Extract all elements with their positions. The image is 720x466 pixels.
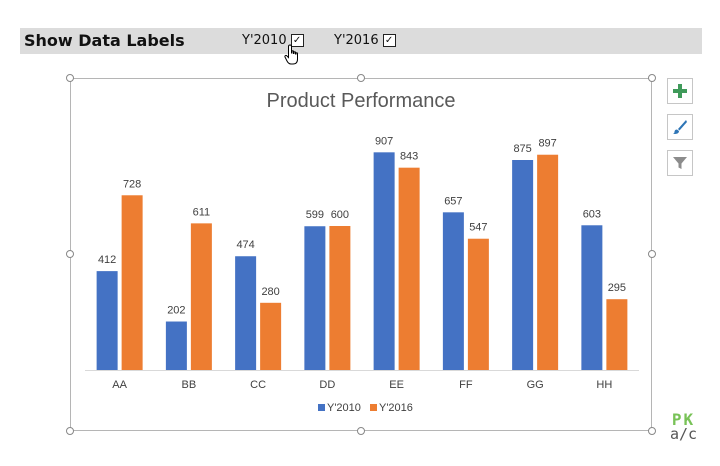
bar-GG-1 — [537, 154, 559, 370]
x-tick-label: FF — [459, 379, 473, 391]
x-tick-label: BB — [182, 379, 197, 391]
x-tick-label: GG — [527, 379, 544, 391]
logo: PK a/c — [670, 412, 697, 442]
brush-icon — [673, 120, 687, 134]
plus-icon — [673, 84, 687, 98]
data-label: 547 — [469, 222, 487, 234]
bar-HH-0 — [581, 225, 603, 370]
data-label: 295 — [608, 282, 626, 294]
data-label: 202 — [167, 305, 185, 317]
data-label: 657 — [444, 195, 462, 207]
x-tick-label: CC — [250, 379, 266, 391]
bar-BB-0 — [165, 321, 187, 370]
data-label: 474 — [236, 239, 254, 251]
bar-EE-1 — [398, 167, 420, 370]
data-label: 843 — [400, 151, 418, 163]
data-label: 907 — [375, 135, 393, 147]
data-label: 412 — [98, 254, 116, 266]
data-label: 280 — [261, 286, 279, 298]
x-tick-label: EE — [389, 379, 404, 391]
bar-FF-0 — [442, 212, 464, 370]
data-label: 599 — [306, 209, 324, 221]
legend-label: Y'2016 — [379, 402, 413, 414]
legend-swatch-1 — [370, 404, 377, 411]
data-label: 875 — [513, 143, 531, 155]
bar-AA-1 — [121, 195, 143, 370]
data-label: 728 — [123, 178, 141, 190]
chart-styles-button[interactable] — [667, 114, 693, 140]
filter-icon — [673, 157, 687, 169]
bar-CC-0 — [235, 256, 257, 370]
x-tick-label: AA — [112, 379, 127, 391]
bar-DD-0 — [304, 226, 326, 370]
data-label: 603 — [583, 208, 601, 220]
bar-EE-0 — [373, 152, 395, 370]
legend-swatch-0 — [318, 404, 325, 411]
x-tick-label: HH — [596, 379, 612, 391]
chart-elements-button[interactable] — [667, 78, 693, 104]
bar-DD-1 — [329, 226, 351, 370]
bar-CC-1 — [260, 302, 282, 370]
bar-GG-0 — [512, 160, 534, 370]
bar-FF-1 — [467, 238, 489, 370]
logo-ac: a/c — [670, 425, 698, 443]
x-tick-label: DD — [319, 379, 335, 391]
bar-HH-1 — [606, 299, 628, 370]
bar-chart: 412 728 AA 202 611 BB 474 280 CC 599 600 DD 907 843 EE… — [85, 135, 639, 414]
bar-BB-1 — [190, 223, 212, 370]
legend-label: Y'2010 — [327, 402, 361, 414]
chart-filters-button[interactable] — [667, 150, 693, 176]
data-label: 897 — [538, 138, 556, 150]
bar-AA-0 — [96, 271, 118, 370]
data-label: 600 — [331, 209, 349, 221]
data-label: 611 — [193, 206, 211, 218]
